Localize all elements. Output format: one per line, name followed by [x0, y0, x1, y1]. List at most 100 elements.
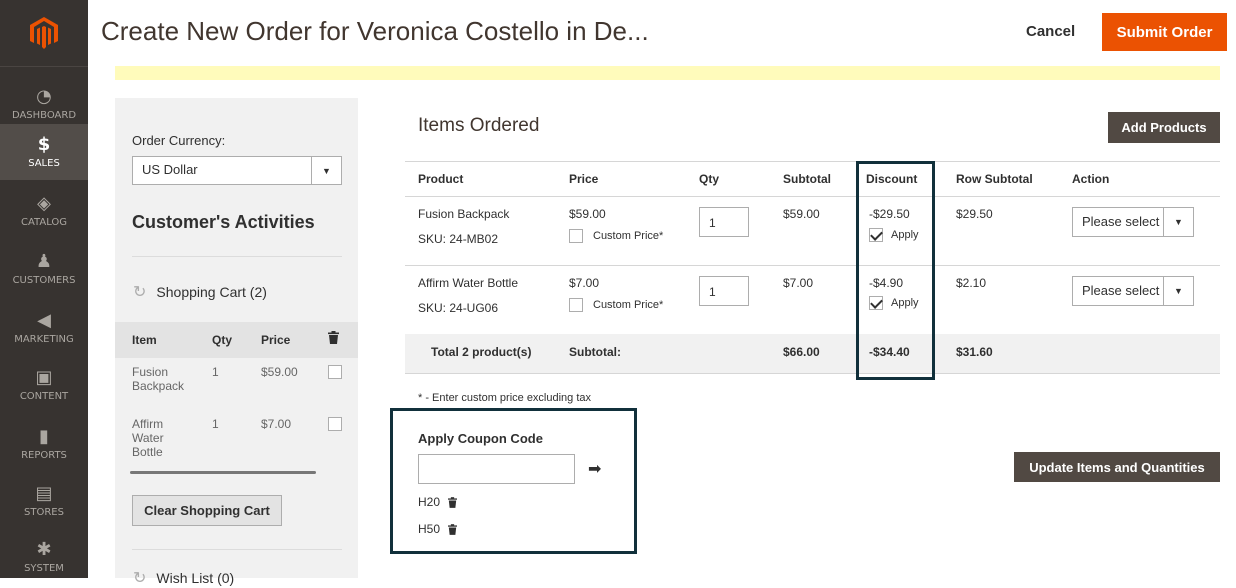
discount-column-highlight: [856, 161, 935, 380]
product-price: $7.00: [569, 276, 600, 290]
cart-item-checkbox[interactable]: [328, 417, 342, 431]
cube-icon: ◈: [37, 193, 51, 214]
arrow-right-icon[interactable]: ➡: [588, 459, 601, 479]
chevron-down-icon: ▼: [1163, 208, 1193, 236]
product-sku: SKU: 24-MB02: [418, 232, 499, 246]
nav-item-label: REPORTS: [21, 450, 67, 461]
applied-coupon: H50: [418, 522, 458, 536]
coupon-code-input[interactable]: [418, 454, 575, 484]
shopping-cart-title: Shopping Cart (2): [156, 284, 267, 300]
custom-price-checkbox[interactable]: [569, 298, 583, 312]
qty-input[interactable]: 1: [699, 207, 749, 237]
row-subtotal-value: $7.00: [783, 276, 814, 290]
dashboard-icon: ◔: [36, 86, 52, 107]
notice-bar: [115, 66, 1220, 80]
cart-item-price: $7.00: [261, 417, 292, 431]
table-border: [405, 161, 1220, 162]
custom-price-label: Custom Price*: [593, 299, 664, 311]
divider: [132, 549, 342, 550]
nav-item-content[interactable]: ▣ CONTENT: [0, 363, 88, 407]
cart-item-price: $59.00: [261, 365, 298, 379]
table-border: [405, 373, 1220, 374]
divider: [132, 256, 342, 257]
table-border: [405, 196, 1220, 197]
cancel-button[interactable]: Cancel: [1026, 23, 1075, 40]
order-currency-select[interactable]: US Dollar ▼: [132, 156, 342, 185]
cart-item-qty: 1: [212, 417, 219, 431]
submit-order-button[interactable]: Submit Order: [1102, 13, 1227, 51]
custom-price-toggle[interactable]: Custom Price*: [569, 229, 663, 243]
action-select[interactable]: Please select ▼: [1072, 207, 1194, 237]
megaphone-icon: ◀: [37, 310, 51, 331]
horizontal-scrollbar[interactable]: [130, 471, 316, 474]
product-name: Affirm Water Bottle: [418, 276, 519, 290]
order-currency-label: Order Currency:: [132, 133, 226, 148]
magento-logo-icon: [30, 17, 58, 49]
gear-icon: ✱: [36, 539, 52, 560]
update-items-button[interactable]: Update Items and Quantities: [1014, 452, 1220, 482]
nav-item-stores[interactable]: ▤ STORES: [0, 479, 88, 523]
cart-col-price: Price: [261, 333, 291, 347]
custom-price-label: Custom Price*: [593, 230, 664, 242]
magento-logo[interactable]: [0, 0, 88, 67]
col-subtotal: Subtotal: [783, 172, 831, 186]
action-select[interactable]: Please select ▼: [1072, 276, 1194, 306]
dollar-icon: $: [37, 134, 51, 155]
col-row-subtotal: Row Subtotal: [956, 172, 1033, 186]
clear-shopping-cart-button[interactable]: Clear Shopping Cart: [132, 495, 282, 526]
product-sku: SKU: 24-UG06: [418, 301, 499, 315]
total-subtotal-value: $66.00: [783, 345, 820, 359]
chevron-down-icon: ▼: [1163, 277, 1193, 305]
nav-item-catalog[interactable]: ◈ CATALOG: [0, 189, 88, 233]
coupon-code: H20: [418, 495, 441, 509]
table-border: [405, 265, 1220, 266]
product-name: Fusion Backpack: [418, 207, 510, 221]
cart-table-header: Item Qty Price: [115, 322, 358, 358]
add-products-button[interactable]: Add Products: [1108, 112, 1220, 143]
nav-item-label: DASHBOARD: [11, 110, 77, 121]
qty-input[interactable]: 1: [699, 276, 749, 306]
wish-list-title: Wish List (0): [156, 570, 235, 586]
row-total-value: $2.10: [956, 276, 987, 290]
nav-item-reports[interactable]: ▮ REPORTS: [0, 422, 88, 466]
coupon-title: Apply Coupon Code: [418, 431, 543, 446]
customer-activities-title: Customer's Activities: [132, 212, 315, 232]
page-title: Create New Order for Veronica Costello i…: [101, 16, 649, 46]
trash-icon[interactable]: [448, 523, 458, 535]
admin-sidebar-nav: ◔ DASHBOARD $ SALES ◈ CATALOG ♟ CUSTOMERS ◀ MARKE…: [0, 0, 88, 578]
nav-item-marketing[interactable]: ◀ MARKETING: [0, 306, 88, 350]
nav-item-customers[interactable]: ♟ CUSTOMERS: [0, 247, 88, 291]
refresh-icon: ↻: [133, 570, 147, 587]
col-product: Product: [418, 172, 464, 186]
col-action: Action: [1072, 172, 1110, 186]
cart-item-name: Fusion Backpack: [132, 365, 185, 393]
custom-price-toggle[interactable]: Custom Price*: [569, 298, 663, 312]
trash-icon[interactable]: [448, 496, 458, 508]
wish-list-header[interactable]: ↻ Wish List (0): [133, 568, 234, 588]
cart-item-qty: 1: [212, 365, 219, 379]
row-total-value: $29.50: [956, 207, 993, 221]
layout-icon: ▣: [35, 367, 53, 388]
total-subtotal-label: Subtotal:: [569, 345, 621, 359]
cart-item-checkbox[interactable]: [328, 365, 342, 379]
refresh-icon: ↻: [133, 284, 147, 301]
store-icon: ▤: [35, 483, 53, 504]
nav-item-dashboard[interactable]: ◔ DASHBOARD: [0, 82, 88, 126]
action-select-value: Please select: [1082, 283, 1160, 298]
cart-row: Affirm Water Bottle 1 $7.00: [115, 417, 358, 467]
shopping-cart-header[interactable]: ↻ Shopping Cart (2): [133, 282, 267, 302]
cart-row: Fusion Backpack 1 $59.00: [115, 365, 358, 413]
bar-chart-icon: ▮: [39, 426, 49, 447]
order-currency-value: US Dollar: [142, 162, 198, 177]
nav-item-label: MARKETING: [14, 334, 74, 345]
custom-price-checkbox[interactable]: [569, 229, 583, 243]
coupon-code: H50: [418, 522, 441, 536]
person-icon: ♟: [35, 251, 53, 272]
custom-price-note: * - Enter custom price excluding tax: [418, 392, 592, 404]
col-qty: Qty: [699, 172, 720, 186]
applied-coupon: H20: [418, 495, 458, 509]
nav-item-label: SALES: [28, 158, 60, 169]
nav-item-sales[interactable]: $ SALES: [0, 124, 88, 180]
cart-col-item: Item: [132, 333, 157, 347]
nav-item-system[interactable]: ✱ SYSTEM: [0, 535, 88, 579]
